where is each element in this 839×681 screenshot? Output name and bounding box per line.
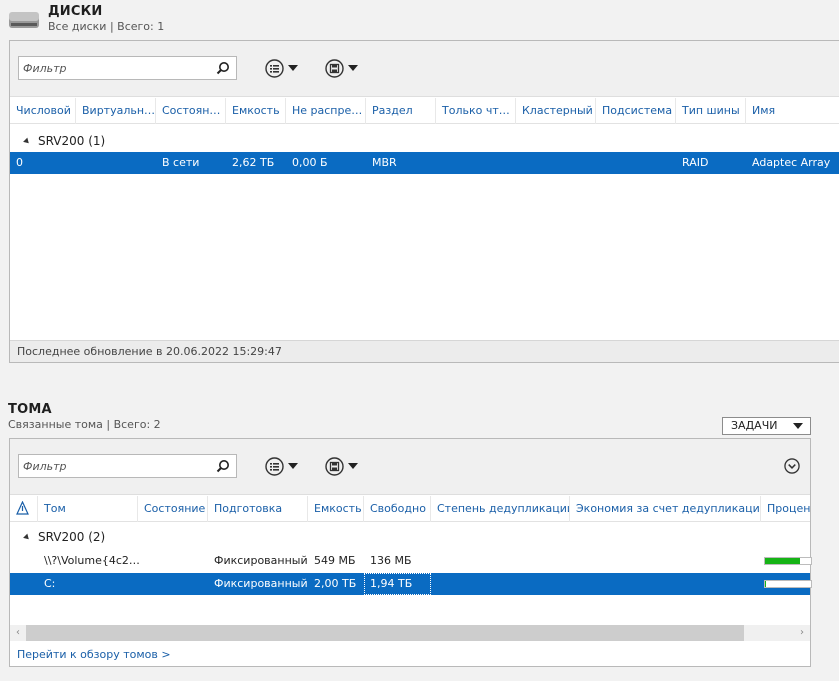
cell-free: 136 МБ (370, 554, 412, 567)
collapse-icon[interactable] (23, 533, 31, 541)
volumes-title: ТОМА (8, 402, 52, 417)
volumes-view-button[interactable] (265, 456, 298, 476)
table-row[interactable]: C: Фиксированный 2,00 ТБ 1,94 ТБ (10, 573, 812, 595)
cell-volume: \\?\Volume{4c2… (44, 554, 140, 567)
col-readonly[interactable]: Только чт… (436, 98, 516, 124)
col-number[interactable]: Числовой (10, 98, 76, 124)
cell-volume: C: (44, 577, 56, 590)
list-view-icon (265, 58, 284, 78)
cell-partition: MBR (372, 156, 397, 169)
col-volume[interactable]: Том (38, 496, 138, 522)
volumes-toolbar (10, 439, 810, 495)
col-status[interactable]: Состоян… (156, 98, 226, 124)
usage-bar-fill (765, 558, 800, 564)
group-label: SRV200 (1) (38, 134, 106, 148)
horizontal-scrollbar[interactable]: ‹ › (10, 625, 810, 641)
col-unallocated[interactable]: Не распре… (286, 98, 366, 124)
cell-capacity: 549 МБ (314, 554, 356, 567)
col-free[interactable]: Свободно (364, 496, 431, 522)
disks-status-bar: Последнее обновление в 20.06.2022 15:29:… (10, 340, 839, 362)
disks-toolbar (10, 41, 839, 97)
disks-header: ДИСКИ Все диски | Всего: 1 (48, 4, 164, 33)
disks-save-button[interactable] (325, 58, 358, 78)
col-clustered[interactable]: Кластерный (516, 98, 596, 124)
scroll-left-icon[interactable]: ‹ (10, 625, 26, 641)
col-subsystem[interactable]: Подсистема (596, 98, 676, 124)
group-label: SRV200 (2) (38, 530, 106, 544)
tasks-button[interactable]: ЗАДАЧИ (722, 417, 811, 435)
warning-icon (16, 500, 29, 515)
cell-bus-type: RAID (682, 156, 709, 169)
col-status[interactable]: Состояние (138, 496, 208, 522)
volumes-filter-input[interactable] (19, 455, 209, 477)
scroll-right-icon[interactable]: › (794, 625, 810, 641)
expand-icon[interactable] (784, 458, 800, 474)
col-provisioning[interactable]: Подготовка (208, 496, 308, 522)
chevron-down-icon (288, 463, 298, 469)
chevron-down-icon (348, 463, 358, 469)
cell-provisioning: Фиксированный (214, 577, 308, 590)
chevron-down-icon (288, 65, 298, 71)
cell-capacity: 2,00 ТБ (314, 577, 357, 590)
cell-status: В сети (162, 156, 200, 169)
col-name[interactable]: Имя (746, 98, 839, 124)
disks-subtitle: Все диски | Всего: 1 (48, 20, 165, 33)
usage-bar (764, 557, 812, 565)
col-capacity[interactable]: Емкость (226, 98, 286, 124)
search-icon[interactable] (216, 61, 230, 75)
disks-filter-input[interactable] (19, 57, 209, 79)
col-dedup-savings[interactable]: Экономия за счет дедупликации (570, 496, 761, 522)
save-icon (325, 58, 344, 78)
volumes-panel: Том Состояние Подготовка Емкость Свободн… (9, 438, 812, 667)
usage-bar-fill (765, 581, 767, 587)
cell-free: 1,94 ТБ (364, 573, 431, 595)
col-bus-type[interactable]: Тип шины (676, 98, 746, 124)
disks-column-header: Числовой Виртуальн… Состоян… Емкость Не … (10, 98, 839, 124)
volumes-save-button[interactable] (325, 456, 358, 476)
save-icon (325, 456, 344, 476)
disks-group-srv200[interactable]: SRV200 (1) (23, 134, 106, 148)
table-row[interactable]: 0 В сети 2,62 ТБ 0,00 Б MBR RAID Adaptec… (10, 152, 839, 174)
cell-capacity: 2,62 ТБ (232, 156, 275, 169)
volumes-group-srv200[interactable]: SRV200 (2) (23, 530, 106, 544)
disks-title: ДИСКИ (48, 4, 103, 19)
col-partition[interactable]: Раздел (366, 98, 436, 124)
scrollbar-thumb[interactable] (26, 625, 744, 641)
disks-panel: Числовой Виртуальн… Состоян… Емкость Не … (9, 40, 839, 363)
col-virtual[interactable]: Виртуальн… (76, 98, 156, 124)
cell-provisioning: Фиксированный (214, 554, 308, 567)
col-percent[interactable]: Процен (761, 496, 812, 522)
cell-name: Adaptec Array (752, 156, 831, 169)
col-capacity[interactable]: Емкость (308, 496, 364, 522)
cell-number: 0 (16, 156, 23, 169)
usage-bar (764, 580, 812, 588)
volumes-filter-box[interactable] (18, 454, 237, 478)
disks-view-button[interactable] (265, 58, 298, 78)
tasks-label: ЗАДАЧИ (731, 419, 778, 432)
volumes-header: ТОМА Связанные тома | Всего: 2 (8, 402, 161, 431)
chevron-down-icon (793, 423, 803, 429)
col-warning[interactable] (10, 496, 38, 522)
volumes-subtitle: Связанные тома | Всего: 2 (8, 418, 161, 431)
cell-unallocated: 0,00 Б (292, 156, 328, 169)
col-dedup-rate[interactable]: Степень дедупликации (431, 496, 570, 522)
volumes-column-header: Том Состояние Подготовка Емкость Свободн… (10, 496, 810, 522)
list-view-icon (265, 456, 284, 476)
chevron-down-icon (348, 65, 358, 71)
disks-filter-box[interactable] (18, 56, 237, 80)
collapse-icon[interactable] (23, 137, 31, 145)
table-row[interactable]: \\?\Volume{4c2… Фиксированный 549 МБ 136… (10, 550, 812, 572)
disk-icon (9, 12, 39, 28)
search-icon[interactable] (216, 459, 230, 473)
volumes-overview-link[interactable]: Перейти к обзору томов > (17, 648, 171, 661)
